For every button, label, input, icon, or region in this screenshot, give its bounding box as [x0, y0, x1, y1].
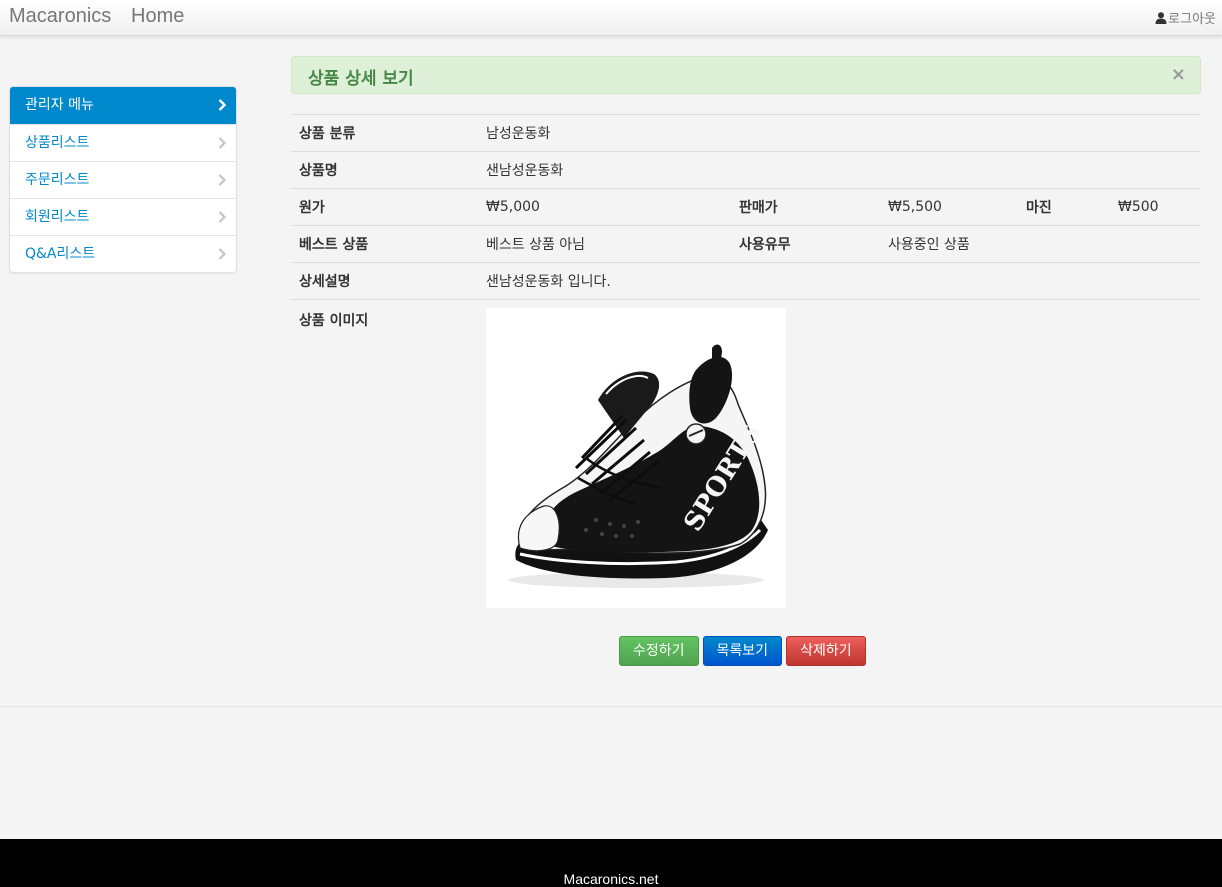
page-title: 상품 상세 보기	[308, 69, 414, 89]
margin-label: 마진	[1018, 188, 1110, 226]
sidebar-header-admin-menu[interactable]: 관리자 메뉴	[10, 87, 236, 124]
product-image: SPORTS	[486, 308, 786, 608]
chevron-right-icon	[218, 174, 226, 186]
sidebar-item-order-list[interactable]: 주문리스트	[10, 161, 236, 198]
table-row: 원가 ₩5,000 판매가 ₩5,500 마진 ₩500	[291, 188, 1202, 226]
description-label: 상세설명	[291, 262, 478, 300]
sidebar-header-label: 관리자 메뉴	[25, 97, 94, 113]
sidebar-item-label: Q&A리스트	[25, 246, 96, 262]
chevron-right-icon	[218, 211, 226, 223]
price-value: ₩5,500	[880, 188, 1018, 226]
chevron-right-icon	[218, 137, 226, 149]
chevron-right-icon	[218, 99, 226, 111]
edit-button[interactable]: 수정하기	[619, 636, 699, 666]
price-label: 판매가	[731, 188, 880, 226]
top-navbar: Macaronics Home 로그아웃	[0, 0, 1222, 36]
product-name-label: 상품명	[291, 151, 478, 189]
category-value: 남성운동화	[478, 114, 1202, 152]
best-product-label: 베스트 상품	[291, 225, 478, 263]
category-label: 상품 분류	[291, 114, 478, 152]
table-row: 베스트 상품 베스트 상품 아님 사용유무 사용중인 상품	[291, 225, 1202, 263]
sidebar-item-qna-list[interactable]: Q&A리스트	[10, 235, 236, 272]
sidebar-item-label: 회원리스트	[25, 209, 90, 225]
description-value: 샌남성운동화 입니다.	[478, 262, 1202, 300]
product-name-value: 샌남성운동화	[478, 151, 1202, 189]
use-status-label: 사용유무	[731, 225, 880, 263]
page-title-alert: 상품 상세 보기 ×	[291, 56, 1201, 94]
list-button[interactable]: 목록보기	[702, 636, 783, 666]
best-product-value: 베스트 상품 아님	[478, 225, 731, 263]
cost-value: ₩5,000	[478, 188, 731, 226]
delete-button[interactable]: 삭제하기	[786, 636, 866, 666]
use-status-value: 사용중인 상품	[880, 225, 1202, 263]
brand-link[interactable]: Macaronics	[9, 5, 111, 28]
close-icon[interactable]: ×	[1171, 64, 1186, 85]
product-image-label: 상품 이미지	[291, 299, 478, 616]
sidebar-item-member-list[interactable]: 회원리스트	[10, 198, 236, 235]
table-row: 상세설명 샌남성운동화 입니다.	[291, 262, 1202, 300]
user-icon	[1155, 11, 1167, 24]
table-row: 상품 분류 남성운동화	[291, 114, 1202, 152]
sidebar-item-label: 주문리스트	[25, 172, 90, 188]
product-image-cell: SPORTS	[478, 299, 1202, 616]
nav-home-link[interactable]: Home	[131, 5, 184, 28]
cost-label: 원가	[291, 188, 478, 226]
sidebar-item-label: 상품리스트	[25, 135, 90, 151]
chevron-right-icon	[218, 248, 226, 260]
logout-label: 로그아웃	[1168, 12, 1216, 27]
page-footer: Macaronics.net	[0, 839, 1222, 887]
footer-text: Macaronics.net	[563, 871, 659, 887]
sidebar-item-product-list[interactable]: 상품리스트	[10, 124, 236, 161]
action-buttons: 수정하기 목록보기 삭제하기	[619, 636, 870, 666]
content-divider	[0, 706, 1222, 707]
margin-value: ₩500	[1110, 188, 1202, 226]
product-detail-table: 상품 분류 남성운동화 상품명 샌남성운동화 원가 ₩5,000 판매가 ₩5,…	[291, 114, 1202, 616]
table-row: 상품 이미지 SPORTS	[291, 299, 1202, 616]
logout-link[interactable]: 로그아웃	[1155, 8, 1216, 27]
admin-sidebar: 관리자 메뉴 상품리스트 주문리스트 회원리스트 Q&A리스트	[9, 86, 237, 273]
table-row: 상품명 샌남성운동화	[291, 151, 1202, 189]
